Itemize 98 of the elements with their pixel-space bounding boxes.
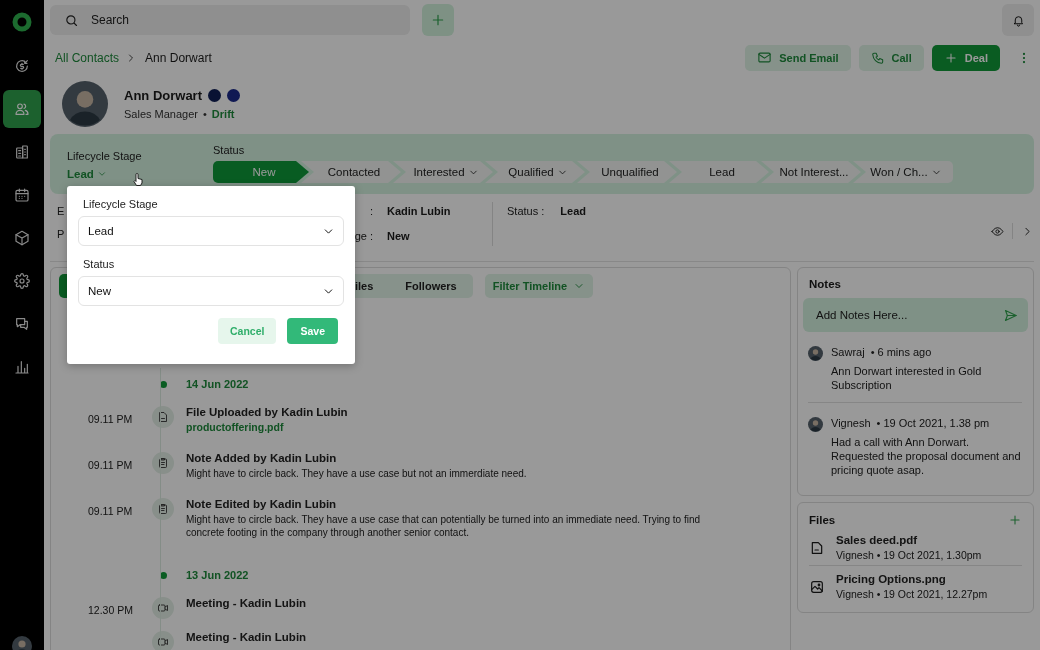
- search-icon: [64, 12, 79, 28]
- note-input[interactable]: Add Notes Here...: [814, 308, 1003, 322]
- note-author: Vignesh: [831, 417, 871, 431]
- avatar-icon: [808, 346, 823, 361]
- field-value: Kadin Lubin: [387, 205, 452, 219]
- timeline-date: 14 Jun 2022: [186, 378, 250, 390]
- job-title: Sales Manager: [124, 108, 198, 120]
- file-meta: Vignesh • 19 Oct 2021, 1.30pm: [836, 549, 983, 561]
- contact-name: Ann Dorwart: [124, 88, 202, 103]
- file-meta: Vignesh • 19 Oct 2021, 12.27pm: [836, 588, 989, 600]
- clipboard-icon: [157, 503, 169, 515]
- timeline-note: Might have to circle back. They have a use case but not an immerdiate need.: [186, 467, 528, 480]
- linkedin-icon[interactable]: [208, 89, 221, 102]
- profile-avatar: [62, 81, 108, 127]
- settings-icon: [14, 273, 30, 289]
- timeline-dot: [159, 571, 167, 579]
- plus-icon: [1008, 513, 1022, 527]
- image-icon: [809, 578, 825, 595]
- plus-icon: [430, 12, 446, 28]
- field-label: Status: [82, 258, 116, 270]
- field-label: E: [57, 205, 65, 217]
- status-step[interactable]: Interested: [393, 161, 493, 183]
- avatar-icon: [808, 417, 823, 432]
- company-link[interactable]: Drift: [211, 108, 235, 120]
- field-label: P: [57, 228, 65, 240]
- phone-icon: [870, 50, 885, 65]
- bar-chart-icon: [14, 359, 30, 375]
- video-icon: [157, 636, 169, 648]
- field-label: :: [368, 205, 373, 219]
- separator-dot: •: [203, 108, 207, 120]
- status-step[interactable]: Lead: [669, 161, 769, 183]
- timeline-date: 13 Jun 2022: [186, 569, 250, 581]
- caret-icon: [96, 169, 107, 179]
- nav-item[interactable]: [3, 90, 41, 128]
- note-time: • 6 mins ago: [870, 346, 932, 360]
- status-step[interactable]: New: [213, 161, 309, 183]
- tab[interactable]: Followers: [389, 274, 473, 298]
- note-box[interactable]: Add Notes Here...: [803, 298, 1028, 332]
- bell-icon: [1011, 13, 1025, 27]
- field-label: Lifecycle Stage: [82, 198, 159, 210]
- timeline-title: Note Added by Kadin Lubin: [186, 452, 338, 464]
- calendar-icon: [14, 187, 30, 203]
- logo-icon[interactable]: [12, 12, 32, 32]
- file-name[interactable]: Sales deed.pdf: [836, 534, 1022, 546]
- breadcrumb-link[interactable]: All Contacts: [55, 50, 120, 65]
- file-name[interactable]: Pricing Options.png: [836, 573, 1022, 585]
- send-icon: [1003, 307, 1018, 323]
- breadcrumb-current: Ann Dorwart: [145, 50, 212, 65]
- status-step[interactable]: Won / Ch...: [853, 161, 953, 183]
- field-label: ge :: [353, 230, 373, 244]
- status-step[interactable]: Contacted: [301, 161, 401, 183]
- mail-icon: [757, 50, 773, 65]
- card-title: Files: [808, 514, 836, 526]
- field-label: Status :: [507, 205, 545, 217]
- document-icon: [809, 539, 825, 556]
- cube-icon: [14, 230, 30, 246]
- chat-icon: [14, 316, 30, 332]
- timeline-title: Note Edited by Kadin Lubin: [186, 498, 338, 510]
- video-icon: [157, 602, 169, 614]
- document-icon: [157, 411, 169, 423]
- search-bar[interactable]: Search: [50, 5, 410, 35]
- card-title: Notes: [808, 278, 842, 290]
- timeline-time: 09.11 PM: [88, 504, 134, 517]
- note-text: Had a call with Ann Dorwart. Requested the proposal document and pricing quote asap.: [831, 435, 1022, 477]
- status-label: Status: [213, 144, 246, 156]
- note-time: • 19 Oct 2021, 1.38 pm: [876, 417, 990, 431]
- select-field[interactable]: Lead: [78, 216, 344, 246]
- clipboard-icon: [157, 457, 169, 469]
- lifecycle-label: Lifecycle Stage: [67, 150, 143, 162]
- send-email-button[interactable]: Send Email: [745, 44, 851, 71]
- field-value: New: [387, 230, 411, 244]
- status-step[interactable]: Not Interest...: [761, 161, 861, 183]
- timeline-title: Meeting - Kadin Lubin: [186, 597, 308, 609]
- timeline-time: 12.30 PM: [88, 603, 134, 616]
- note-text: Ann Dorwart interested in Gold Subscription: [831, 364, 983, 392]
- deal-button[interactable]: Deal: [931, 44, 1000, 71]
- search-field[interactable]: Search: [89, 12, 373, 28]
- field-value: Lead: [560, 205, 586, 217]
- avatar-icon: [12, 636, 32, 650]
- plus-icon: [943, 50, 958, 65]
- timeline-note: Might have to circle back. They have a use case that can potentially be turned into an immediate need. Trying to find concrete footing in the company through another senior contact.: [186, 513, 701, 539]
- timeline-time: 09.11 PM: [88, 412, 134, 425]
- contacts-icon: [14, 101, 30, 117]
- status-step[interactable]: Qualified: [485, 161, 585, 183]
- filter-timeline-button[interactable]: Filter Timeline: [484, 274, 594, 298]
- timeline-dot: [159, 380, 167, 388]
- note-author: Sawraj: [831, 346, 865, 360]
- call-button[interactable]: Call: [858, 44, 924, 71]
- dollar-refresh-icon: [14, 58, 30, 74]
- facebook-icon[interactable]: [227, 89, 240, 102]
- select-field[interactable]: New: [78, 276, 344, 306]
- building-icon: [14, 144, 30, 160]
- timeline-title: File Uploaded by Kadin Lubin: [186, 406, 349, 418]
- notifications-button[interactable]: [1002, 4, 1034, 36]
- timeline-title: Meeting - Kadin Lubin: [186, 631, 308, 643]
- status-step[interactable]: Unqualified: [577, 161, 677, 183]
- file-link[interactable]: productoffering.pdf: [186, 421, 284, 433]
- timeline-time: 09.11 PM: [88, 458, 134, 471]
